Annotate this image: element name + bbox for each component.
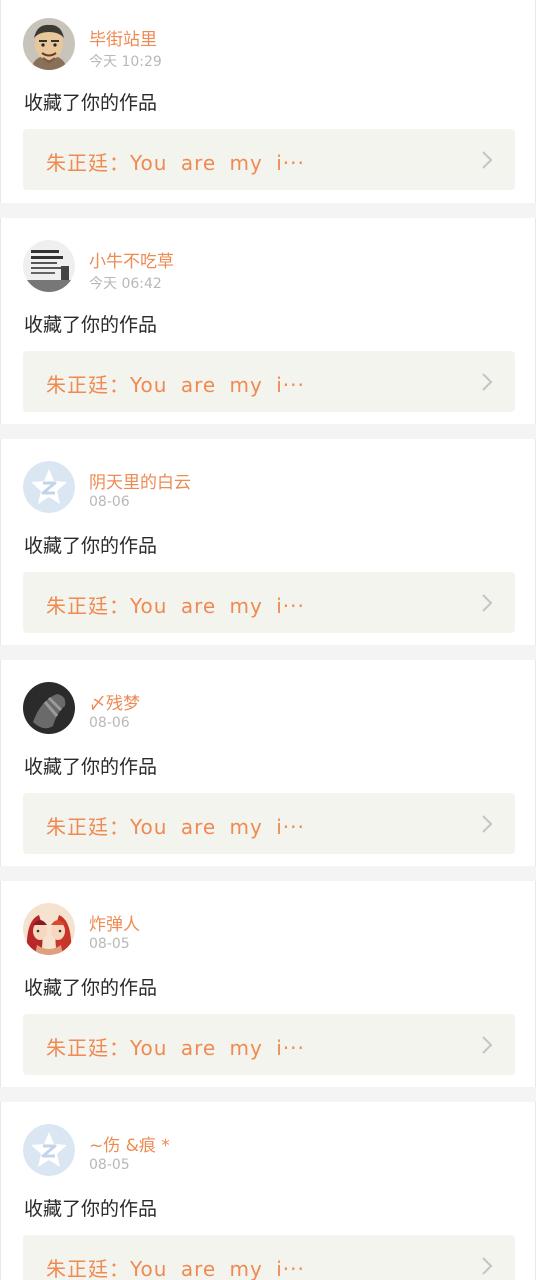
action-text: 收藏了你的作品 — [24, 314, 158, 336]
chevron-right-icon — [481, 1256, 493, 1276]
anime-girl-avatar-icon — [23, 903, 75, 955]
action-text: 收藏了你的作品 — [24, 535, 158, 557]
chevron-right-icon — [481, 372, 493, 392]
work-link[interactable]: 朱正廷：You are my i··· — [23, 1014, 515, 1075]
avatar[interactable] — [23, 461, 75, 513]
work-link[interactable]: 朱正廷：You are my i··· — [23, 572, 515, 633]
notification-card: 〆残梦 08-06 收藏了你的作品 朱正廷：You are my i··· — [0, 660, 536, 866]
work-title: 朱正廷：You are my i··· — [46, 594, 305, 618]
work-title: 朱正廷：You are my i··· — [46, 1257, 305, 1280]
username[interactable]: 〆残梦 — [89, 689, 140, 714]
dark-hand-avatar-icon — [23, 682, 75, 734]
default-z-star-avatar-icon — [23, 461, 75, 513]
action-text: 收藏了你的作品 — [24, 977, 158, 999]
avatar[interactable] — [23, 903, 75, 955]
work-link[interactable]: 朱正廷：You are my i··· — [23, 1235, 515, 1280]
work-title: 朱正廷：You are my i··· — [46, 373, 305, 397]
action-text: 收藏了你的作品 — [24, 92, 158, 114]
chevron-right-icon — [481, 1035, 493, 1055]
avatar[interactable] — [23, 240, 75, 292]
timestamp: 今天 10:29 — [89, 54, 162, 70]
notification-card: 毕街站里 今天 10:29 收藏了你的作品 朱正廷：You are my i··… — [0, 0, 536, 203]
username[interactable]: 阴天里的白云 — [89, 468, 191, 493]
work-title: 朱正廷：You are my i··· — [46, 815, 305, 839]
timestamp: 08-05 — [89, 936, 130, 952]
avatar[interactable] — [23, 18, 75, 70]
text-poster-avatar-icon — [23, 240, 75, 292]
timestamp: 08-06 — [89, 494, 130, 510]
username[interactable]: 小牛不吃草 — [89, 247, 174, 272]
work-link[interactable]: 朱正廷：You are my i··· — [23, 129, 515, 190]
notification-card: 小牛不吃草 今天 06:42 收藏了你的作品 朱正廷：You are my i·… — [0, 218, 536, 424]
chevron-right-icon — [481, 593, 493, 613]
timestamp: 08-06 — [89, 715, 130, 731]
action-text: 收藏了你的作品 — [24, 1198, 158, 1220]
cartoon-man-avatar-icon — [23, 18, 75, 70]
avatar[interactable] — [23, 1124, 75, 1176]
notification-feed: 毕街站里 今天 10:29 收藏了你的作品 朱正廷：You are my i··… — [0, 0, 536, 1280]
avatar[interactable] — [23, 682, 75, 734]
username[interactable]: ~伤 &痕 * — [89, 1131, 170, 1156]
username[interactable]: 炸弹人 — [89, 910, 140, 935]
chevron-right-icon — [481, 814, 493, 834]
default-z-star-avatar-icon — [23, 1124, 75, 1176]
timestamp: 今天 06:42 — [89, 276, 162, 292]
notification-card: 炸弹人 08-05 收藏了你的作品 朱正廷：You are my i··· — [0, 881, 536, 1087]
work-title: 朱正廷：You are my i··· — [46, 151, 305, 175]
timestamp: 08-05 — [89, 1157, 130, 1173]
chevron-right-icon — [481, 150, 493, 170]
username[interactable]: 毕街站里 — [89, 25, 157, 50]
action-text: 收藏了你的作品 — [24, 756, 158, 778]
work-link[interactable]: 朱正廷：You are my i··· — [23, 793, 515, 854]
notification-card: 阴天里的白云 08-06 收藏了你的作品 朱正廷：You are my i··· — [0, 439, 536, 645]
work-title: 朱正廷：You are my i··· — [46, 1036, 305, 1060]
notification-card: ~伤 &痕 * 08-05 收藏了你的作品 朱正廷：You are my i··… — [0, 1102, 536, 1280]
work-link[interactable]: 朱正廷：You are my i··· — [23, 351, 515, 412]
